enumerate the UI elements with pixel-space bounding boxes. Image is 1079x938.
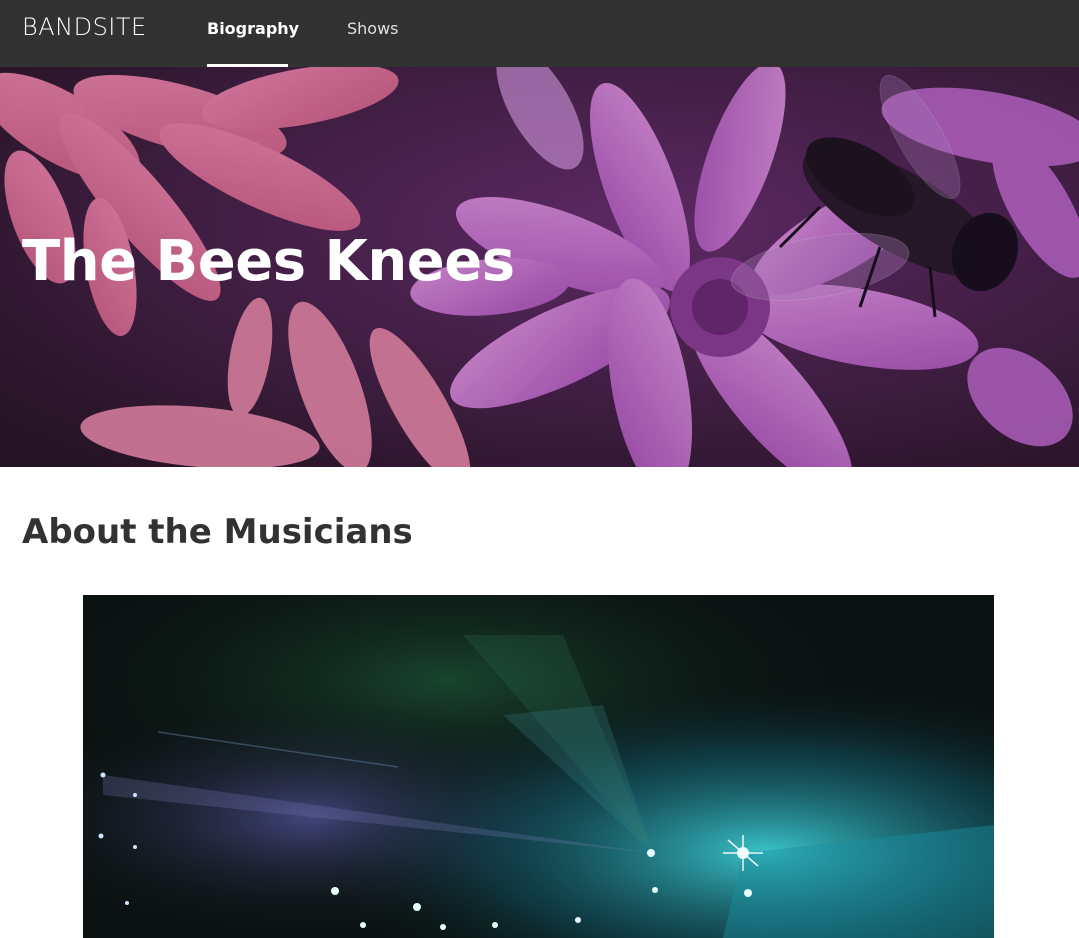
concert-lights-graphic xyxy=(83,595,994,938)
site-logo[interactable]: BANDSITE xyxy=(22,13,147,41)
nav-link-biography[interactable]: Biography xyxy=(207,0,299,67)
concert-image xyxy=(83,595,994,938)
site-header: BANDSITE Biography Shows xyxy=(0,0,1079,67)
nav-link-shows[interactable]: Shows xyxy=(347,0,399,67)
about-title: About the Musicians xyxy=(22,512,413,552)
hero-section: The Bees Knees xyxy=(0,67,1079,467)
hero-title: The Bees Knees xyxy=(22,229,515,294)
